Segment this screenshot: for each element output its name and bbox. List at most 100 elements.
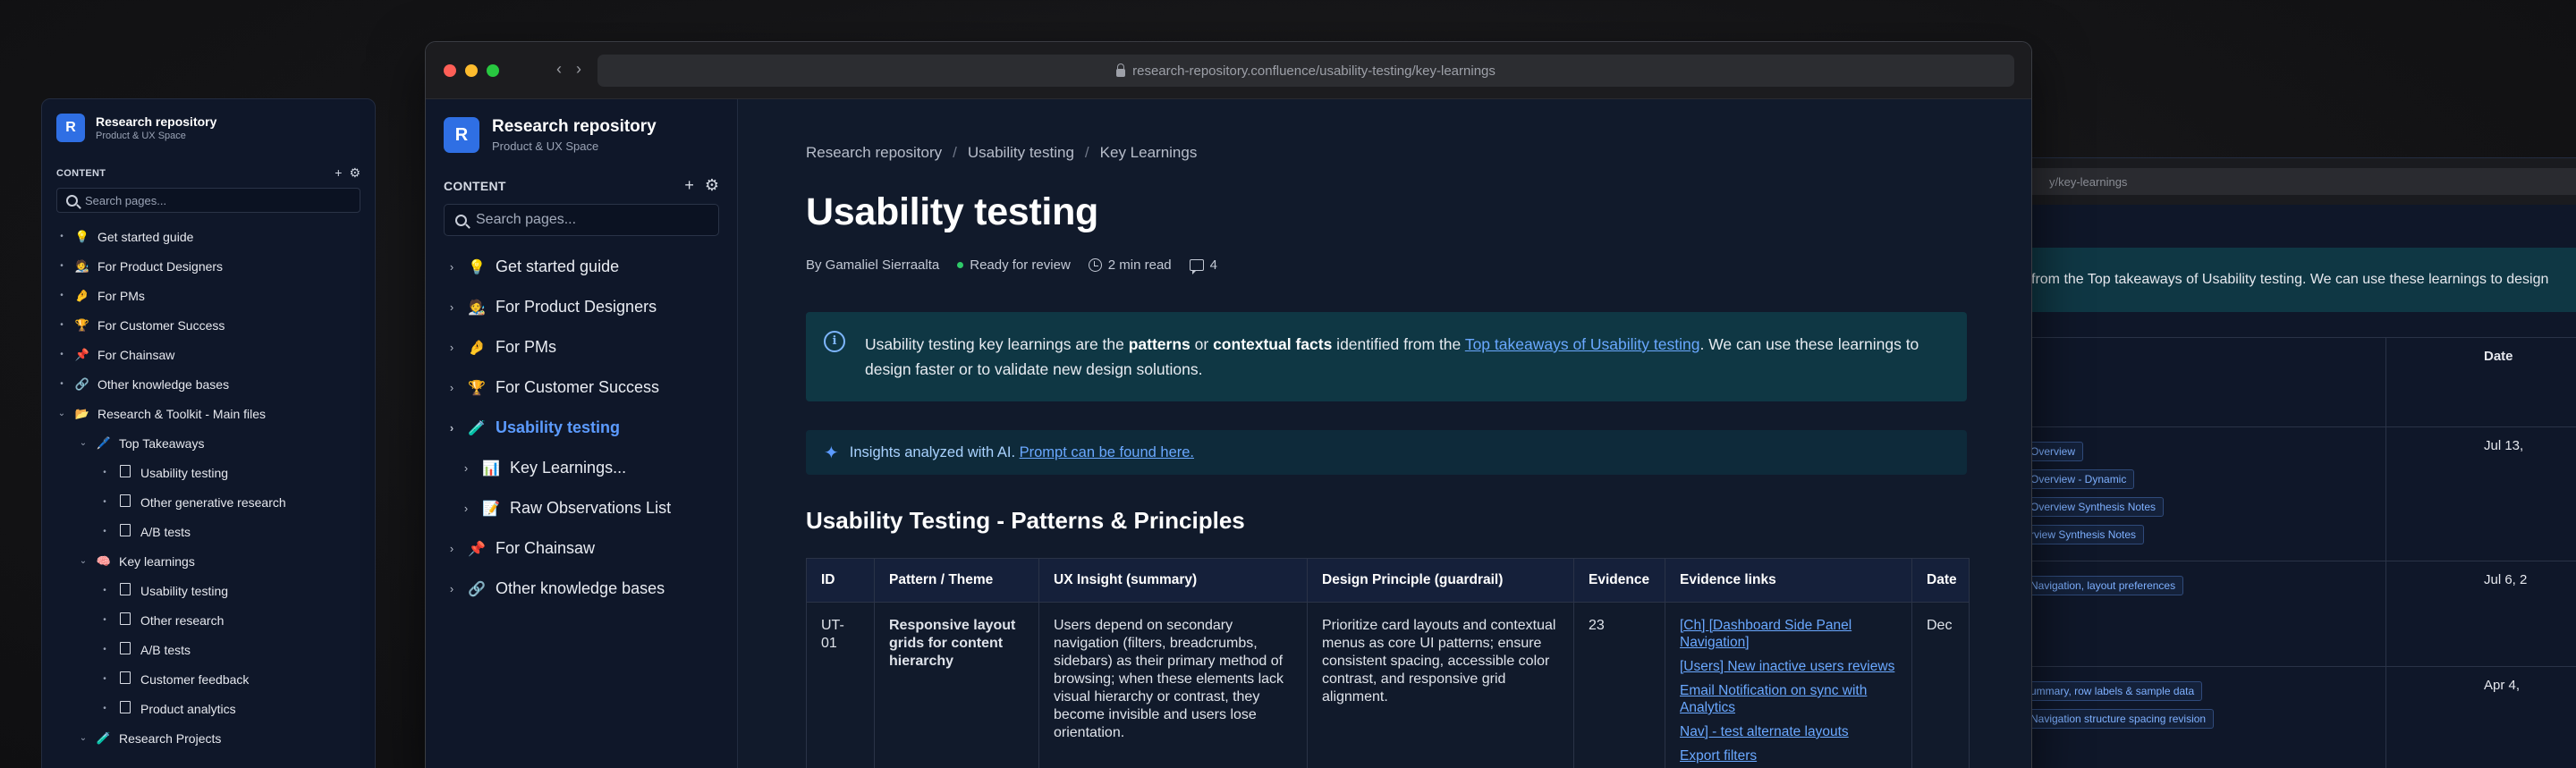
status-badge[interactable]: Ready for review <box>957 257 1071 273</box>
column-header[interactable]: Pattern / Theme <box>874 558 1039 603</box>
add-icon[interactable]: + <box>684 176 694 195</box>
add-icon[interactable]: + <box>335 165 342 181</box>
evidence-link[interactable]: Nav] - test alternate layouts <box>1680 723 1897 740</box>
evidence-link[interactable]: Export filters <box>1680 747 1897 764</box>
sidebar-item[interactable]: › 📌 For Chainsaw <box>426 528 737 569</box>
column-header[interactable]: ID <box>806 558 875 603</box>
left-tree-item[interactable]: • 🔗 Other knowledge bases <box>42 369 375 399</box>
left-tree-item[interactable]: • 🧑‍🎨 For Product Designers <box>42 251 375 281</box>
left-tree-item[interactable]: • Product analytics <box>42 694 375 723</box>
close-window-button[interactable] <box>444 64 456 77</box>
left-tree-item[interactable]: • 🤌 For PMs <box>42 281 375 310</box>
left-tree-item[interactable]: • A/B tests <box>42 517 375 546</box>
right-url-bar[interactable]: y/key-learnings <box>2022 168 2576 195</box>
column-header[interactable]: Evidence links <box>1665 558 1912 603</box>
left-tree-item[interactable]: • Usability testing <box>42 576 375 605</box>
evidence-chip[interactable]: Navigation structure spacing revision <box>2022 709 2215 729</box>
breadcrumb-item[interactable]: Research repository <box>806 144 942 162</box>
evidence-chip[interactable]: rview Synthesis Notes <box>2022 525 2145 544</box>
left-tree-item[interactable]: • A/B tests <box>42 635 375 664</box>
chevron-right-icon[interactable]: › <box>445 421 458 435</box>
sidebar-item[interactable]: › 🔗 Other knowledge bases <box>426 569 737 609</box>
column-header[interactable]: Evidence <box>1573 558 1665 603</box>
chevron-right-icon[interactable]: › <box>445 582 458 595</box>
left-tree-item[interactable]: ⌄ 🖊️ Top Takeaways <box>42 428 375 458</box>
bullet-icon[interactable]: • <box>56 350 67 359</box>
sidebar-item[interactable]: › 🧪 Usability testing <box>426 408 737 448</box>
bullet-icon[interactable]: • <box>99 704 110 713</box>
chevron-right-icon[interactable]: › <box>445 300 458 314</box>
maximize-window-button[interactable] <box>487 64 499 77</box>
sidebar-header[interactable]: R Research repository Product & UX Space <box>426 99 737 153</box>
chevron-down-icon[interactable]: ⌄ <box>78 556 89 566</box>
left-tree-item[interactable]: • Usability testing <box>42 458 375 487</box>
chevron-down-icon[interactable]: ⌄ <box>78 733 89 743</box>
bullet-icon[interactable]: • <box>99 615 110 625</box>
bullet-icon[interactable]: • <box>99 586 110 595</box>
minimize-window-button[interactable] <box>465 64 478 77</box>
chevron-down-icon[interactable]: ⌄ <box>78 438 89 448</box>
bullet-icon[interactable]: • <box>56 291 67 300</box>
back-arrow-icon[interactable]: ‹ <box>556 60 562 79</box>
sidebar-item[interactable]: › 📊 Key Learnings... <box>426 448 737 488</box>
sidebar-item-label: For Customer Success <box>496 378 660 396</box>
patterns-table: ID Pattern / Theme UX Insight (summary) … <box>806 558 1970 768</box>
forward-arrow-icon[interactable]: › <box>576 60 581 79</box>
column-header[interactable]: Design Principle (guardrail) <box>1307 558 1574 603</box>
left-tree-item[interactable]: ⌄ 📂 Research & Toolkit - Main files <box>42 399 375 428</box>
bullet-icon[interactable]: • <box>56 232 67 241</box>
chevron-right-icon[interactable]: › <box>445 542 458 555</box>
bullet-icon[interactable]: • <box>56 320 67 330</box>
left-tree-item[interactable]: ⌄ 🧪 Research Projects <box>42 723 375 753</box>
search-input[interactable] <box>476 212 708 228</box>
bullet-icon[interactable]: • <box>56 261 67 271</box>
left-tree-item[interactable]: ⌄ 🧠 Key learnings <box>42 546 375 576</box>
breadcrumb-item[interactable]: Usability testing <box>968 144 1074 162</box>
comments-count[interactable]: 4 <box>1189 257 1217 274</box>
chevron-right-icon[interactable]: › <box>445 260 458 274</box>
bullet-icon[interactable]: • <box>99 527 110 536</box>
sidebar-item[interactable]: › 💡 Get started guide <box>426 247 737 287</box>
author-byline[interactable]: By Gamaliel Sierraalta <box>806 257 939 273</box>
bullet-icon[interactable]: • <box>99 674 110 684</box>
bullet-icon[interactable]: • <box>99 497 110 507</box>
left-tree-item[interactable]: • Customer feedback <box>42 664 375 694</box>
gear-icon[interactable]: ⚙ <box>349 165 360 181</box>
left-tree-item[interactable]: • Other generative research <box>42 487 375 517</box>
left-tree-item[interactable]: • 🏆 For Customer Success <box>42 310 375 340</box>
chevron-right-icon[interactable]: › <box>460 502 472 515</box>
chevron-down-icon[interactable]: ⌄ <box>56 409 67 418</box>
bullet-icon[interactable]: • <box>99 468 110 477</box>
evidence-chip[interactable]: Overview - Dynamic <box>2022 469 2135 489</box>
left-tree-item[interactable]: • Other research <box>42 605 375 635</box>
evidence-chip[interactable]: Navigation, layout preferences <box>2022 576 2184 595</box>
sidebar-item[interactable]: › 📝 Raw Observations List <box>426 488 737 528</box>
left-tree-item[interactable]: • 💡 Get started guide <box>42 222 375 251</box>
column-header[interactable]: UX Insight (summary) <box>1038 558 1308 603</box>
gear-icon[interactable]: ⚙ <box>705 176 719 195</box>
space-logo: R <box>444 117 479 153</box>
evidence-chip[interactable]: ummary, row labels & sample data <box>2022 681 2203 701</box>
sidebar-item[interactable]: › 🤌 For PMs <box>426 327 737 367</box>
address-bar[interactable]: research-repository.confluence/usability… <box>597 55 2014 87</box>
top-takeaways-link[interactable]: Top takeaways of Usability testing <box>1465 335 1700 353</box>
left-tree-item[interactable]: • 📌 For Chainsaw <box>42 340 375 369</box>
sidebar-item[interactable]: › 🧑‍🎨 For Product Designers <box>426 287 737 327</box>
chevron-right-icon[interactable]: › <box>460 461 472 475</box>
prompt-link[interactable]: Prompt can be found here. <box>1020 444 1194 460</box>
bullet-icon[interactable]: • <box>56 379 67 389</box>
bullet-icon[interactable]: • <box>99 645 110 654</box>
left-tree-item-label: A/B tests <box>140 642 191 657</box>
column-header[interactable]: Date <box>1911 558 1970 603</box>
evidence-chip[interactable]: Overview Synthesis Notes <box>2022 497 2165 517</box>
breadcrumb-item[interactable]: Key Learnings <box>1100 144 1198 162</box>
evidence-link[interactable]: [Ch] [Dashboard Side Panel Navigation] <box>1680 617 1897 651</box>
search-pages-field[interactable] <box>444 204 719 236</box>
chevron-right-icon[interactable]: › <box>445 381 458 394</box>
evidence-link[interactable]: Email Notification on sync with Analytic… <box>1680 682 1897 716</box>
sidebar-item[interactable]: › 🏆 For Customer Success <box>426 367 737 408</box>
chevron-right-icon[interactable]: › <box>445 341 458 354</box>
search-input[interactable]: Search pages... <box>56 188 360 213</box>
info-panel: i Usability testing key learnings are th… <box>806 312 1967 401</box>
evidence-link[interactable]: [Users] New inactive users reviews <box>1680 658 1897 675</box>
